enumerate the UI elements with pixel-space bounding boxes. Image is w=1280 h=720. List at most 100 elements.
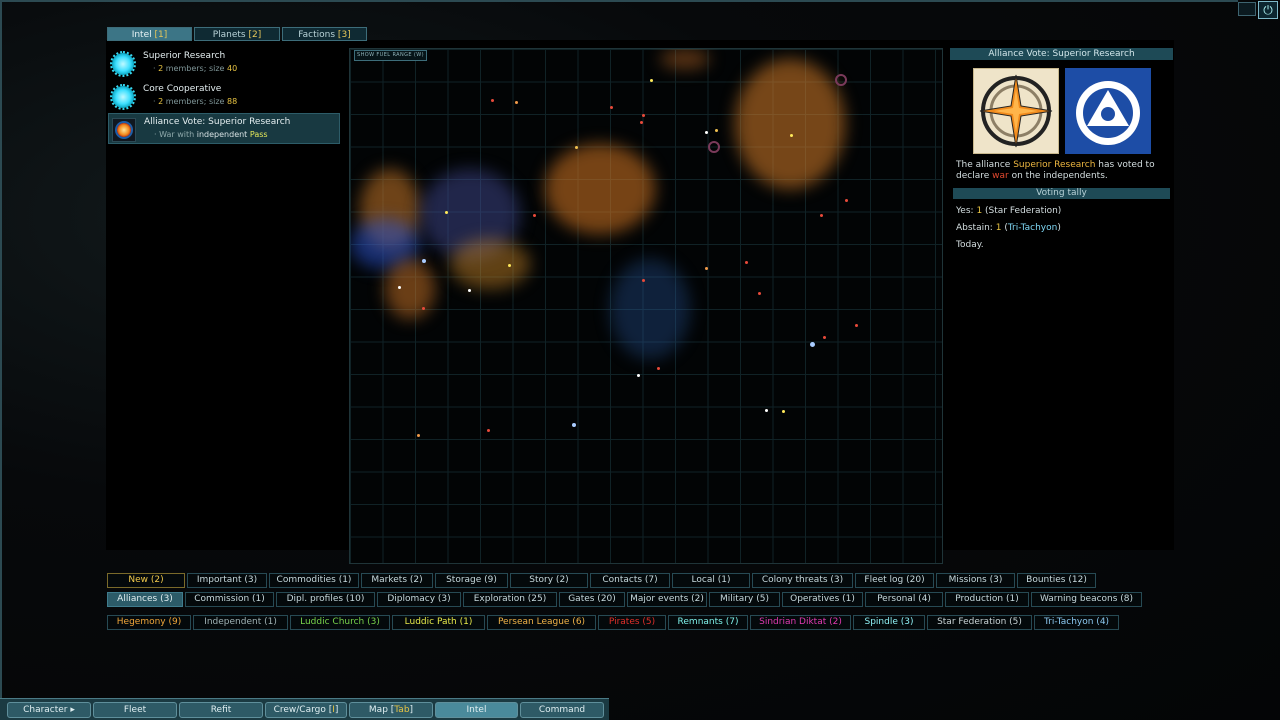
intel-title: Core Cooperative [143,84,222,94]
planet-marker [835,74,847,86]
nav-crew-cargo[interactable]: Crew/Cargo [I] [265,702,347,718]
filter-diplomacy[interactable]: Diplomacy (3) [377,592,461,607]
nav-character[interactable]: Character ▸ [7,702,91,718]
tab-count: 2 [252,30,258,40]
star [491,99,494,102]
star [855,324,858,327]
star [823,336,826,339]
nebula [450,239,530,289]
filter-dipl-profiles[interactable]: Dipl. profiles (10) [276,592,375,607]
filter-tri-tachyon[interactable]: Tri-Tachyon (4) [1034,615,1119,630]
star [845,199,848,202]
filter-spindle[interactable]: Spindle (3) [853,615,925,630]
filter-alliances[interactable]: Alliances (3) [107,592,183,607]
intel-item-superior-research[interactable]: Superior Research · 2 members; size 40 [108,48,340,79]
star [642,114,645,117]
voting-tally-header: Voting tally [953,188,1170,199]
filter-hegemony[interactable]: Hegemony (9) [107,615,191,630]
star [705,267,708,270]
fuel-range-button[interactable]: SHOW FUEL RANGE (W) [354,50,427,61]
filter-persean-league[interactable]: Persean League (6) [487,615,596,630]
nebula [610,259,690,359]
star [758,292,761,295]
star [422,307,425,310]
faction-star-icon [110,51,136,77]
star [398,286,401,289]
filter-bounties[interactable]: Bounties (12) [1017,573,1096,588]
filter-star-federation[interactable]: Star Federation (5) [927,615,1032,630]
tally-abstain: Abstain: 1 (Tri-Tachyon) [956,223,1061,233]
tab-label: Planets [212,30,246,40]
star [650,79,653,82]
filter-military[interactable]: Military (5) [709,592,780,607]
star [782,410,785,413]
filter-major-events[interactable]: Major events (2) [627,592,707,607]
nav-command[interactable]: Command [520,702,604,718]
star [640,121,643,124]
superior-research-emblem [973,68,1059,154]
nav-refit[interactable]: Refit [179,702,263,718]
star [642,279,645,282]
detail-description: The alliance Superior Research has voted… [956,160,1155,181]
filter-independent[interactable]: Independent (1) [193,615,288,630]
star [715,129,718,132]
star [572,423,576,427]
tab-planets[interactable]: Planets [2] [194,27,280,41]
intel-subtitle: · 2 members; size 40 [153,64,238,73]
filter-storage[interactable]: Storage (9) [435,573,508,588]
filter-new[interactable]: New (2) [107,573,185,588]
filter-markets[interactable]: Markets (2) [361,573,433,588]
tab-intel[interactable]: Intel [1] [107,27,192,41]
tally-date: Today. [956,240,984,250]
intel-subtitle: · 2 members; size 88 [153,97,238,106]
sector-map[interactable] [349,48,943,564]
filter-colony-threats[interactable]: Colony threats (3) [752,573,853,588]
detail-header: Alliance Vote: Superior Research [950,48,1173,60]
star [637,374,640,377]
intel-subtitle: · War with independent Pass [154,130,268,139]
intel-title: Superior Research [143,51,226,61]
tab-count: 3 [341,30,348,40]
star [810,342,815,347]
filter-commission[interactable]: Commission (1) [185,592,274,607]
star [610,106,613,109]
star [820,214,823,217]
filter-important[interactable]: Important (3) [187,573,267,588]
intel-item-alliance-vote[interactable]: Alliance Vote: Superior Research · War w… [108,113,340,144]
filter-sindrian-diktat[interactable]: Sindrian Diktat (2) [750,615,851,630]
filter-personal[interactable]: Personal (4) [865,592,943,607]
filter-luddic-church[interactable]: Luddic Church (3) [290,615,390,630]
filter-story[interactable]: Story (2) [510,573,588,588]
filter-remnants[interactable]: Remnants (7) [668,615,748,630]
power-icon[interactable]: ⏻ [1258,1,1278,19]
star [765,409,768,412]
nav-intel[interactable]: Intel [435,702,518,718]
star [515,101,518,104]
star [508,264,511,267]
star [487,429,490,432]
filter-missions[interactable]: Missions (3) [936,573,1015,588]
filter-gates[interactable]: Gates (20) [559,592,625,607]
alliance-emblem [1065,68,1151,154]
star [657,367,660,370]
tab-factions[interactable]: Factions [3] [282,27,367,41]
filter-production[interactable]: Production (1) [945,592,1029,607]
nav-fleet[interactable]: Fleet [93,702,177,718]
filter-local[interactable]: Local (1) [672,573,750,588]
filter-exploration[interactable]: Exploration (25) [463,592,557,607]
tab-label: Factions [298,30,336,40]
tally-yes: Yes: 1 (Star Federation) [956,206,1062,216]
tab-label: Intel [131,30,152,40]
filter-fleet-log[interactable]: Fleet log (20) [855,573,934,588]
filter-warning-beacons[interactable]: Warning beacons (8) [1031,592,1142,607]
filter-operatives[interactable]: Operatives (1) [782,592,863,607]
faction-star-icon [110,84,136,110]
filter-commodities[interactable]: Commodities (1) [269,573,359,588]
filter-luddic-path[interactable]: Luddic Path (1) [392,615,485,630]
filter-contacts[interactable]: Contacts (7) [590,573,670,588]
nav-map[interactable]: Map [Tab] [349,702,433,718]
star [468,289,471,292]
intel-item-core-cooperative[interactable]: Core Cooperative · 2 members; size 88 [108,81,340,112]
star [705,131,708,134]
filter-pirates[interactable]: Pirates (5) [598,615,666,630]
